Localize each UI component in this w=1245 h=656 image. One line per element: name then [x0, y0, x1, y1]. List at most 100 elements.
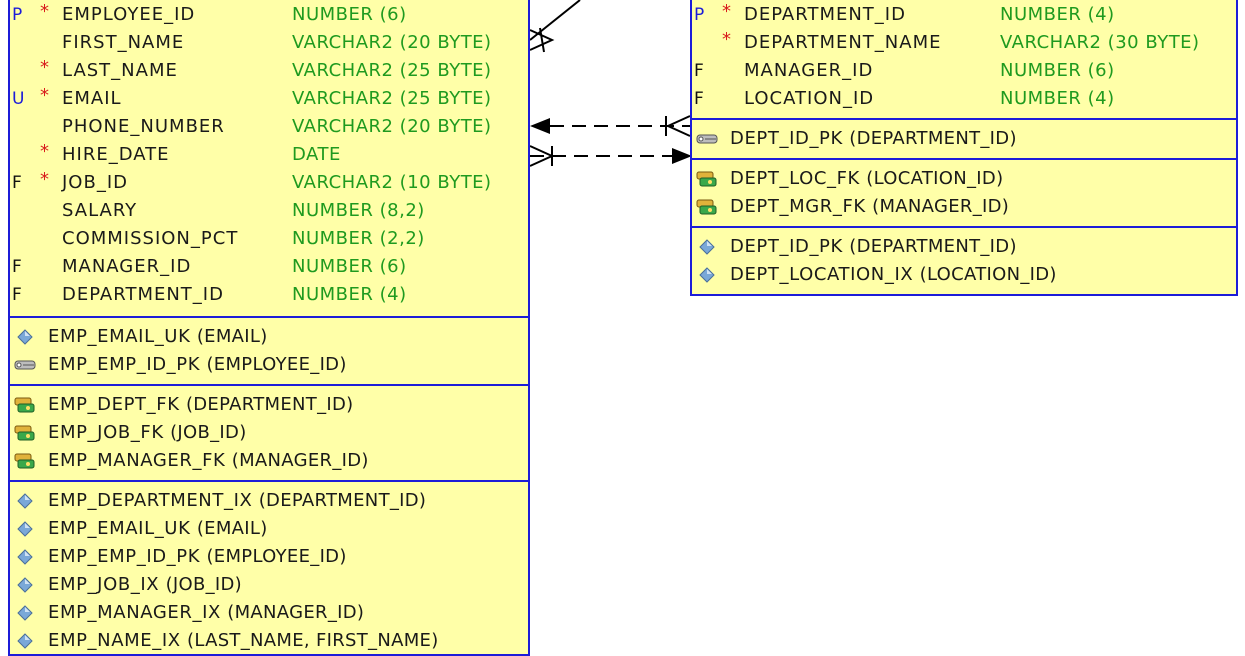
column-row[interactable]: F * JOB_ID VARCHAR2 (10 BYTE): [10, 169, 528, 197]
fk-row[interactable]: EMP_MANAGER_FK (MANAGER_ID): [10, 447, 528, 475]
employees-table[interactable]: P * EMPLOYEE_ID NUMBER (6) FIRST_NAME VARCHAR…: [8, 0, 530, 656]
required-marker: *: [40, 1, 49, 22]
column-row[interactable]: * LAST_NAME VARCHAR2 (25 BYTE): [10, 57, 528, 85]
constraint-name: EMP_DEPARTMENT_IX: [48, 490, 253, 511]
departments-table[interactable]: P * DEPARTMENT_ID NUMBER (4) * DEPARTMENT_NAM…: [690, 0, 1238, 296]
constraint-name: EMP_EMP_ID_PK: [48, 354, 201, 375]
foreign-key-icon: [14, 397, 35, 413]
index-row[interactable]: EMP_JOB_IX (JOB_ID): [10, 571, 528, 599]
column-row[interactable]: P * DEPARTMENT_ID NUMBER (4): [692, 1, 1236, 29]
fk-row[interactable]: EMP_DEPT_FK (DEPARTMENT_ID): [10, 391, 528, 419]
column-row[interactable]: * HIRE_DATE DATE: [10, 141, 528, 169]
employees-index-section: EMP_DEPARTMENT_IX (DEPARTMENT_ID) EMP_EMA…: [10, 482, 528, 655]
required-marker: *: [722, 29, 731, 50]
constraint-columns: (MANAGER_ID): [231, 450, 369, 471]
index-row[interactable]: DEPT_LOCATION_IX (LOCATION_ID): [692, 261, 1236, 289]
index-row[interactable]: EMP_EMP_ID_PK (EMPLOYEE_ID): [10, 543, 528, 571]
fk-row[interactable]: EMP_JOB_FK (JOB_ID): [10, 419, 528, 447]
column-type: NUMBER (6): [292, 256, 407, 277]
column-list: P * EMPLOYEE_ID NUMBER (6) FIRST_NAME VARCHAR…: [10, 1, 528, 309]
index-row[interactable]: EMP_DEPARTMENT_IX (DEPARTMENT_ID): [10, 487, 528, 515]
column-type: NUMBER (4): [292, 284, 407, 305]
column-name: DEPARTMENT_NAME: [744, 32, 942, 53]
column-name: HIRE_DATE: [62, 144, 170, 165]
index-diamond-icon: [699, 267, 715, 283]
constraint-name: DEPT_LOCATION_IX: [730, 264, 914, 285]
constraint-columns: (MANAGER_ID): [872, 196, 1010, 217]
constraint-name: DEPT_LOC_FK: [730, 168, 860, 189]
column-row[interactable]: P * EMPLOYEE_ID NUMBER (6): [10, 1, 528, 29]
column-row[interactable]: F LOCATION_ID NUMBER (4): [692, 85, 1236, 113]
constraint-columns: (DEPARTMENT_ID): [185, 394, 354, 415]
constraint-name: EMP_JOB_FK: [48, 422, 164, 443]
index-diamond-icon: [17, 549, 33, 565]
column-type: NUMBER (4): [1000, 88, 1115, 109]
column-row[interactable]: SALARY NUMBER (8,2): [10, 197, 528, 225]
required-marker: *: [722, 1, 731, 22]
constraint-columns: (JOB_ID): [170, 422, 247, 443]
primary-key-icon: [696, 134, 718, 144]
column-flag: F: [694, 89, 704, 109]
fk-row[interactable]: DEPT_LOC_FK (LOCATION_ID): [692, 165, 1236, 193]
constraint-name: DEPT_ID_PK: [730, 128, 843, 149]
key-row-label: EMP_EMAIL_UK (EMAIL): [48, 323, 268, 351]
column-row[interactable]: PHONE_NUMBER VARCHAR2 (20 BYTE): [10, 113, 528, 141]
column-row[interactable]: FIRST_NAME VARCHAR2 (20 BYTE): [10, 29, 528, 57]
column-type: VARCHAR2 (25 BYTE): [292, 60, 492, 81]
fk-list: DEPT_LOC_FK (LOCATION_ID) DEPT_MGR_FK (MA…: [692, 165, 1236, 221]
index-row-label: EMP_EMAIL_UK (EMAIL): [48, 515, 268, 543]
foreign-key-icon: [14, 425, 35, 441]
arrowhead: [672, 148, 692, 164]
column-row[interactable]: COMMISSION_PCT NUMBER (2,2): [10, 225, 528, 253]
column-row[interactable]: U * EMAIL VARCHAR2 (25 BYTE): [10, 85, 528, 113]
constraint-columns: (EMPLOYEE_ID): [206, 546, 347, 567]
column-name: EMAIL: [62, 88, 122, 109]
constraint-name: EMP_MANAGER_FK: [48, 450, 226, 471]
constraint-name: DEPT_ID_PK: [730, 236, 843, 257]
departments-fk-section: DEPT_LOC_FK (LOCATION_ID) DEPT_MGR_FK (MA…: [692, 160, 1236, 228]
index-row-label: EMP_EMP_ID_PK (EMPLOYEE_ID): [48, 543, 347, 571]
index-row-label: EMP_DEPARTMENT_IX (DEPARTMENT_ID): [48, 487, 426, 515]
constraint-columns: (LOCATION_ID): [866, 168, 1004, 189]
index-row-label: EMP_JOB_IX (JOB_ID): [48, 571, 242, 599]
column-name: LOCATION_ID: [744, 88, 875, 109]
column-row[interactable]: F MANAGER_ID NUMBER (6): [10, 253, 528, 281]
constraint-name: EMP_EMAIL_UK: [48, 518, 191, 539]
index-row[interactable]: EMP_NAME_IX (LAST_NAME, FIRST_NAME): [10, 627, 528, 655]
column-type: VARCHAR2 (20 BYTE): [292, 32, 492, 53]
required-marker: *: [40, 169, 49, 190]
fk-row-label: EMP_DEPT_FK (DEPARTMENT_ID): [48, 391, 353, 419]
column-type: NUMBER (8,2): [292, 200, 425, 221]
column-flag: P: [694, 5, 705, 25]
column-name: EMPLOYEE_ID: [62, 4, 196, 25]
index-list: DEPT_ID_PK (DEPARTMENT_ID) DEPT_LOCATION_…: [692, 233, 1236, 289]
constraint-columns: (DEPARTMENT_ID): [849, 128, 1017, 149]
column-type: VARCHAR2 (30 BYTE): [1000, 32, 1200, 53]
column-row[interactable]: F DEPARTMENT_ID NUMBER (4): [10, 281, 528, 309]
departments-columns-section: P * DEPARTMENT_ID NUMBER (4) * DEPARTMENT_NAM…: [692, 0, 1236, 120]
index-row-label: DEPT_LOCATION_IX (LOCATION_ID): [730, 261, 1057, 289]
column-row[interactable]: F MANAGER_ID NUMBER (6): [692, 57, 1236, 85]
key-row[interactable]: EMP_EMP_ID_PK (EMPLOYEE_ID): [10, 351, 528, 379]
column-flag: F: [12, 257, 22, 277]
constraint-columns: (EMAIL): [196, 518, 268, 539]
column-type: VARCHAR2 (10 BYTE): [292, 172, 492, 193]
index-row[interactable]: DEPT_ID_PK (DEPARTMENT_ID): [692, 233, 1236, 261]
fk-row[interactable]: DEPT_MGR_FK (MANAGER_ID): [692, 193, 1236, 221]
column-name: PHONE_NUMBER: [62, 116, 225, 137]
column-type: DATE: [292, 144, 341, 165]
key-row[interactable]: DEPT_ID_PK (DEPARTMENT_ID): [692, 125, 1236, 153]
column-flag: U: [12, 89, 25, 109]
key-row[interactable]: EMP_EMAIL_UK (EMAIL): [10, 323, 528, 351]
column-type: NUMBER (2,2): [292, 228, 425, 249]
column-type: NUMBER (4): [1000, 4, 1115, 25]
fk-row-label: EMP_MANAGER_FK (MANAGER_ID): [48, 447, 369, 475]
index-diamond-icon: [17, 493, 33, 509]
foreign-key-icon: [696, 171, 717, 187]
constraint-columns: (EMPLOYEE_ID): [206, 354, 347, 375]
index-row[interactable]: EMP_EMAIL_UK (EMAIL): [10, 515, 528, 543]
column-row[interactable]: * DEPARTMENT_NAME VARCHAR2 (30 BYTE): [692, 29, 1236, 57]
column-type: NUMBER (6): [1000, 60, 1115, 81]
index-row[interactable]: EMP_MANAGER_IX (MANAGER_ID): [10, 599, 528, 627]
constraint-columns: (LOCATION_ID): [919, 264, 1057, 285]
